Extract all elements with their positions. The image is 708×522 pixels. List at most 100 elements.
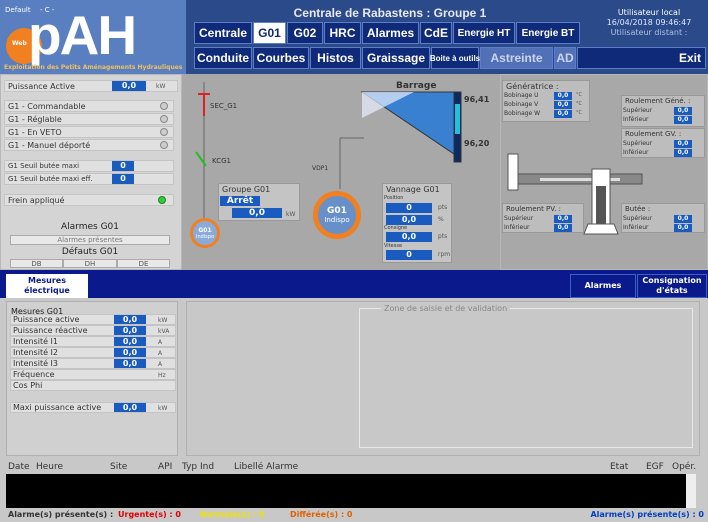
frein-row: Frein appliqué	[4, 194, 174, 206]
nav-centrale[interactable]: Centrale	[194, 22, 252, 44]
g01-small-icon[interactable]: G01 Indispo	[190, 218, 220, 248]
nav-exit[interactable]: Exit	[577, 47, 706, 69]
alarm-col-header[interactable]: EGF	[646, 462, 664, 472]
nav-conduite[interactable]: Conduite	[194, 47, 252, 69]
nav-ad[interactable]: AD	[554, 47, 576, 69]
maxi-value: 0,0	[114, 403, 146, 412]
nav-energie-ht[interactable]: Energie HT	[453, 22, 515, 44]
position-label: Position	[384, 195, 404, 201]
bobinage-u-value: 0,0	[554, 92, 572, 100]
mesure-value: 0,0	[114, 326, 146, 335]
groupe-state: Arrêt	[220, 196, 260, 206]
alarm-col-header[interactable]: Date	[8, 462, 30, 472]
mesure-row: Fréquence	[10, 369, 176, 380]
defaut-de[interactable]: DE	[117, 259, 170, 268]
alarm-col-header[interactable]: Heure	[36, 462, 63, 472]
status-differee: Différée(s) : 0	[290, 510, 353, 519]
mesure-row: Puissance active	[10, 314, 176, 325]
mesure-unit: Hz	[158, 372, 166, 379]
sec-label: SEC_G1	[210, 102, 238, 110]
mesure-value: 0,0	[114, 337, 146, 346]
maxi-unit: kW	[158, 405, 168, 412]
nav-cde[interactable]: CdE	[420, 22, 452, 44]
seuil-value: 0	[112, 161, 134, 171]
remote-user-label: Utilisateur distant :	[610, 28, 688, 37]
mesure-value: 0,0	[114, 348, 146, 357]
nav-g01[interactable]: G01	[253, 22, 286, 44]
alarm-header: Date Heure Site API Typ Ind Libellé Alarme Eta…	[0, 460, 708, 474]
vdp-label: VDP1	[312, 165, 329, 172]
defaut-dh[interactable]: DH	[63, 259, 117, 268]
consigne-value: 0,0	[386, 232, 432, 242]
nav-graissage[interactable]: Graissage	[362, 47, 430, 69]
roul-gv-sup-label: Supérieur	[623, 140, 653, 147]
alarm-col-header[interactable]: Libellé Alarme	[234, 462, 298, 472]
nav-histos[interactable]: Histos	[310, 47, 361, 69]
consigne-label: Consigne	[384, 225, 408, 231]
status-urgente: Urgente(s) : 0	[118, 510, 181, 519]
seuil-eff-row: G1 Seuil butée maxi eff.	[4, 173, 174, 185]
alarm-col-header[interactable]: Opér.	[672, 462, 696, 472]
alarm-col-header[interactable]: Site	[110, 462, 127, 472]
defaut-db[interactable]: DB	[10, 259, 63, 268]
butee-inf-value: 0,0	[674, 224, 692, 232]
mesure-row: Puissance réactive	[10, 325, 176, 336]
groupe-power: 0,0	[232, 208, 282, 218]
tab-alarmes[interactable]: Alarmes	[570, 274, 636, 298]
roul-pv-sup-value: 0,0	[554, 215, 572, 223]
mesure-value: 0,0	[114, 359, 146, 368]
roul-gen-inf-label: Inférieur	[623, 116, 649, 123]
mode-veto-indicator	[160, 128, 168, 136]
tab-mesures[interactable]: Mesures électrique	[6, 274, 88, 298]
roul-pv-sup-label: Supérieur	[504, 215, 534, 222]
logo-text: pAH	[28, 4, 137, 66]
page-title: Centrale de Rabastens : Groupe 1	[293, 6, 487, 20]
mesure-unit: kW	[158, 317, 168, 324]
nav-g02[interactable]: G02	[287, 22, 323, 44]
alarm-col-header[interactable]: API	[158, 462, 172, 472]
butee-inf-label: Inférieur	[623, 224, 649, 231]
maxi-row: Maxi puissance active	[10, 402, 176, 413]
alarm-col-header[interactable]: Typ Ind	[182, 462, 214, 472]
nav-boite-outils[interactable]: Boite à outils	[430, 47, 480, 69]
nav-hrc[interactable]: HRC	[324, 22, 361, 44]
percent-unit: %	[438, 216, 444, 223]
tab-consignation[interactable]: Consignation d'états	[637, 274, 707, 298]
mode-commandable-indicator	[160, 102, 168, 110]
roul-gen-sup-value: 0,0	[674, 107, 692, 115]
alarmes-presentes[interactable]: Alarmes présentes	[10, 235, 170, 245]
bobinage-v-label: Bobinage V	[504, 101, 539, 108]
zone-saisie[interactable]: Zone de saisie et de validation	[186, 301, 700, 456]
barrage-label: Barrage	[396, 81, 437, 91]
alarm-scrollbar[interactable]	[686, 474, 696, 508]
default-label: Default	[5, 6, 31, 14]
mesure-row: Intensité I2	[10, 347, 176, 358]
roul-pv-inf-label: Inférieur	[504, 224, 530, 231]
nav-alarmes[interactable]: Alarmes	[362, 22, 419, 44]
percent-value: 0,0	[386, 215, 432, 225]
mode-row: G1 - Réglable	[4, 113, 174, 125]
nav-energie-bt[interactable]: Energie BT	[516, 22, 580, 44]
bobinage-w-label: Bobinage W	[504, 110, 541, 117]
alarm-col-header[interactable]: Etat	[610, 462, 628, 472]
mesure-unit: A	[158, 361, 163, 368]
butee-sup-label: Supérieur	[623, 215, 653, 222]
bobinage-w-value: 0,0	[554, 110, 572, 118]
g01-turbine-icon[interactable]: G01 Indispo	[313, 191, 361, 239]
roul-gen-sup-label: Supérieur	[623, 107, 653, 114]
roul-pv-inf-value: 0,0	[554, 224, 572, 232]
mesure-value: 0,0	[114, 315, 146, 324]
vitesse-unit: rpm	[438, 251, 451, 258]
level-high: 96,41	[464, 95, 490, 104]
nav-astreinte[interactable]: Astreinte	[480, 47, 553, 69]
position-unit: pts	[438, 204, 448, 211]
seuil-eff-value: 0	[112, 174, 134, 184]
nav-courbes[interactable]: Courbes	[253, 47, 309, 69]
mesure-row: Intensité I3	[10, 358, 176, 369]
datetime: 16/04/2018 09:46:47	[606, 18, 692, 27]
consigne-unit: pts	[438, 233, 448, 240]
alarm-list[interactable]	[6, 474, 696, 508]
butee-sup-value: 0,0	[674, 215, 692, 223]
seuil-row: G1 Seuil butée maxi	[4, 160, 174, 172]
mesure-row: Cos Phi	[10, 380, 176, 391]
